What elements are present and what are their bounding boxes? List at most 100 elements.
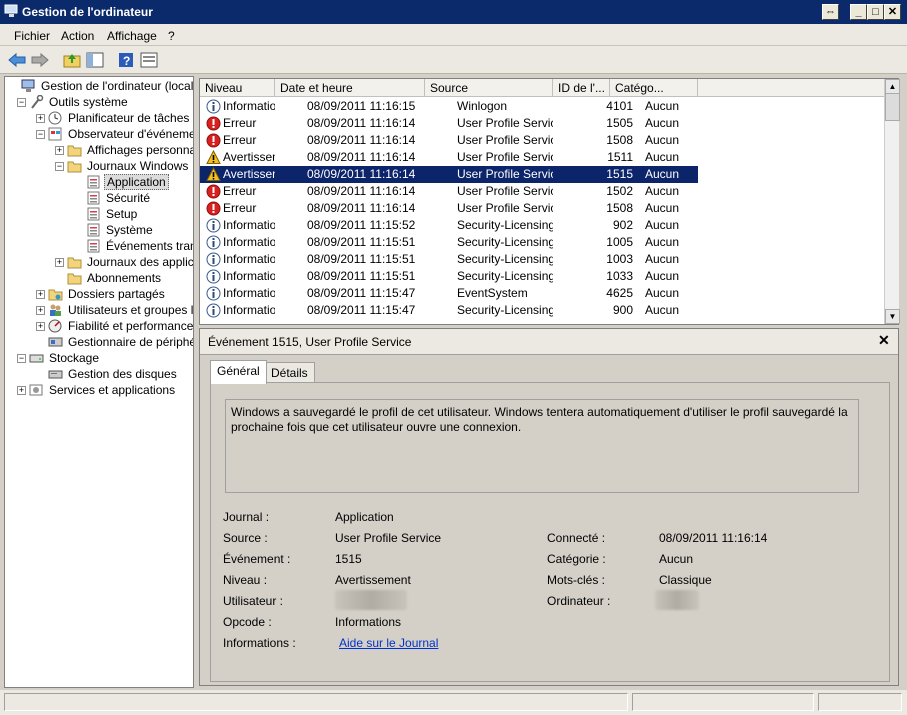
title-bar[interactable]: Gestion de l'ordinateur ⇔ _ □ ✕	[0, 0, 907, 24]
scroll-down-icon[interactable]: ▼	[885, 309, 900, 324]
log-icon	[87, 175, 100, 189]
cell-source: Security-Licensing-SLC	[457, 235, 553, 249]
table-row[interactable]: Erreur 08/09/2011 11:16:14 User Profile Se…	[200, 115, 698, 132]
tree-item[interactable]: Setup	[86, 206, 139, 222]
tree-item[interactable]: Système	[86, 222, 155, 238]
computer-icon	[21, 79, 35, 92]
tab-details[interactable]: Détails	[264, 362, 315, 384]
tree-item-label: Abonnements	[87, 271, 162, 285]
cell-id: 1003	[606, 252, 633, 266]
cell-source: Security-Licensing-SLC	[457, 269, 553, 283]
menu-affichage[interactable]: Affichage	[107, 29, 157, 43]
label-ordinateur: Ordinateur :	[547, 594, 611, 608]
tree-item[interactable]: Application	[86, 174, 169, 190]
event-message: Windows a sauvegardé le profil de cet ut…	[225, 399, 859, 493]
value-connecte: 08/09/2011 11:16:14	[659, 531, 768, 545]
collapse-icon[interactable]: −	[55, 162, 64, 171]
tree-item[interactable]: Événements transférés	[86, 238, 193, 254]
tree-item[interactable]: Observateur d'événement	[48, 126, 193, 142]
expand-icon[interactable]: +	[36, 290, 45, 299]
tree-item[interactable]: Abonnements	[67, 270, 163, 286]
table-row[interactable]: Information 08/09/2011 11:15:47 EventSyste…	[200, 285, 698, 302]
tree-item-label: Système	[106, 223, 153, 237]
tab-general[interactable]: Général	[210, 360, 267, 384]
expand-icon[interactable]: +	[55, 258, 64, 267]
scroll-up-icon[interactable]: ▲	[885, 79, 900, 94]
cell-category: Aucun	[645, 116, 680, 130]
services-icon	[29, 384, 43, 396]
close-detail-icon[interactable]: ✕	[878, 332, 890, 349]
collapse-icon[interactable]: −	[17, 98, 26, 107]
forward-arrow-icon[interactable]	[30, 50, 50, 70]
menu-help[interactable]: ?	[168, 29, 175, 43]
maximize-button[interactable]: □	[867, 4, 884, 20]
log-icon	[87, 223, 100, 237]
cell-category: Aucun	[645, 218, 680, 232]
cell-id: 900	[612, 303, 633, 317]
tree-item[interactable]: Stockage	[29, 350, 101, 366]
table-row[interactable]: Erreur 08/09/2011 11:16:14 User Profile Se…	[200, 132, 698, 149]
tree-item-label: Stockage	[49, 351, 100, 365]
collapse-icon[interactable]: −	[17, 354, 26, 363]
expand-icon[interactable]: +	[17, 386, 26, 395]
toolbar: ?	[0, 46, 907, 74]
table-row[interactable]: Erreur 08/09/2011 11:16:14 User Profile Se…	[200, 200, 698, 217]
cell-source: User Profile Service	[457, 133, 553, 147]
table-row[interactable]: Erreur 08/09/2011 11:16:14 User Profile Se…	[200, 183, 698, 200]
collapse-icon[interactable]: −	[36, 130, 45, 139]
label-opcode: Opcode :	[223, 615, 272, 629]
close-button[interactable]: ✕	[884, 4, 901, 20]
tree-item[interactable]: Gestion des disques	[48, 366, 179, 382]
console-tree[interactable]: Gestion de l'ordinateur (local) Outils sy…	[4, 76, 194, 688]
table-row[interactable]: Avertissement 08/09/2011 11:16:14 User Pro…	[200, 166, 698, 183]
svg-text:?: ?	[123, 54, 130, 68]
properties-icon[interactable]	[139, 50, 159, 70]
table-row[interactable]: Information 08/09/2011 11:15:47 Security-L…	[200, 302, 698, 319]
status-bar	[0, 690, 907, 715]
events-scrollbar[interactable]: ▲ ▼	[884, 79, 900, 324]
tree-item[interactable]: Sécurité	[86, 190, 152, 206]
tree-item[interactable]: Utilisateurs et groupes locaux	[48, 302, 193, 318]
table-row[interactable]: Information 08/09/2011 11:15:51 Security-L…	[200, 234, 698, 251]
table-row[interactable]: Information 08/09/2011 11:15:52 Security-L…	[200, 217, 698, 234]
label-utilisateur: Utilisateur :	[223, 594, 284, 608]
restore-icon[interactable]: ⇔	[822, 4, 839, 20]
cell-source: User Profile Service	[457, 201, 553, 215]
tree-item[interactable]: Outils système	[29, 94, 130, 110]
tree-item[interactable]: Planificateur de tâches	[48, 110, 191, 126]
tree-item[interactable]: Fiabilité et performances	[48, 318, 193, 334]
tree-item[interactable]: Journaux des applications	[67, 254, 193, 270]
table-row[interactable]: Information 08/09/2011 11:15:51 Security-L…	[200, 268, 698, 285]
tree-item[interactable]: Journaux Windows	[67, 158, 190, 174]
table-row[interactable]: Information 08/09/2011 11:15:51 Security-L…	[200, 251, 698, 268]
help-icon[interactable]: ?	[116, 50, 136, 70]
scroll-thumb[interactable]	[885, 93, 900, 121]
expand-icon[interactable]: +	[55, 146, 64, 155]
tree-item[interactable]: Gestionnaire de périphériques	[48, 334, 193, 350]
column-header-categorie[interactable]: Catégo...	[610, 79, 698, 97]
tree-item[interactable]: Affichages personnalisés	[67, 142, 193, 158]
column-header-id[interactable]: ID de l'...	[553, 79, 610, 97]
cell-category: Aucun	[645, 99, 680, 113]
menu-action[interactable]: Action	[61, 29, 94, 43]
events-list[interactable]: Niveau Date et heure Source ID de l'... …	[199, 78, 899, 325]
tree-item[interactable]: Services et applications	[29, 382, 177, 398]
column-header-date[interactable]: Date et heure	[275, 79, 425, 97]
column-header-niveau[interactable]: Niveau	[200, 79, 275, 97]
tree-item-label: Événements transférés	[106, 239, 193, 253]
help-link[interactable]: Aide sur le Journal	[339, 636, 438, 650]
show-tree-icon[interactable]	[85, 50, 105, 70]
tree-item[interactable]: Gestion de l'ordinateur (local)	[21, 78, 193, 94]
value-opcode: Informations	[335, 615, 402, 629]
column-header-source[interactable]: Source	[425, 79, 553, 97]
expand-icon[interactable]: +	[36, 322, 45, 331]
table-row[interactable]: Avertissement 08/09/2011 11:16:14 User Pro…	[200, 149, 698, 166]
expand-icon[interactable]: +	[36, 114, 45, 123]
tree-item[interactable]: Dossiers partagés	[48, 286, 167, 302]
menu-fichier[interactable]: Fichier	[14, 29, 50, 43]
back-arrow-icon[interactable]	[7, 50, 27, 70]
up-folder-icon[interactable]	[62, 50, 82, 70]
table-row[interactable]: Information 08/09/2011 11:16:15 Winlogon 41…	[200, 98, 698, 115]
minimize-button[interactable]: _	[850, 4, 867, 20]
expand-icon[interactable]: +	[36, 306, 45, 315]
